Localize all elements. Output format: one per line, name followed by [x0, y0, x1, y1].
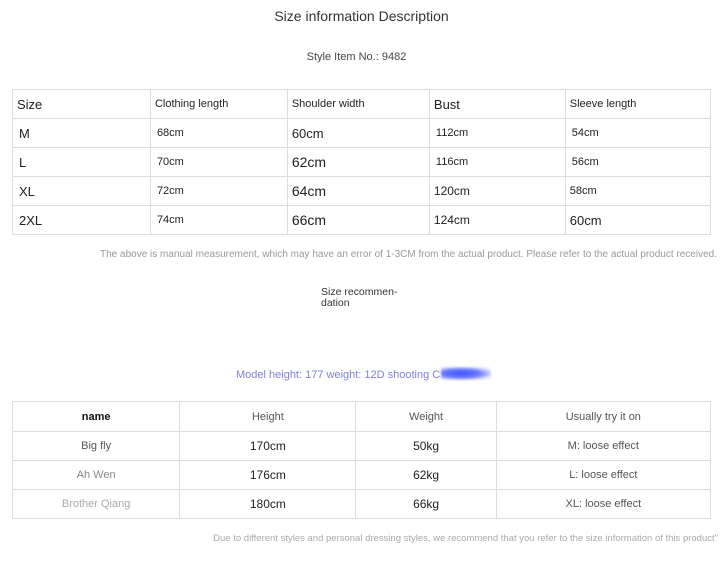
- model-weight-cell: 50kg: [355, 431, 497, 461]
- shoulder-width-cell: 60cm: [286, 118, 430, 148]
- size-cell: XL: [12, 176, 151, 206]
- model-table-header: name Height Weight Usually try it on: [11, 401, 712, 432]
- table-row: Brother Qiang 180cm 66kg XL: loose effec…: [11, 489, 712, 519]
- model-weight-cell: 62kg: [355, 460, 497, 490]
- model-name-cell: Big fly: [11, 431, 181, 461]
- model-height-cell: 180cm: [179, 489, 357, 519]
- size-cell: M: [12, 118, 151, 148]
- model-table: name Height Weight Usually try it on Big…: [11, 401, 712, 519]
- model-info-text: Model height: 177 weight: 12D shooting C: [236, 369, 441, 381]
- model-name-cell: Ah Wen: [11, 460, 181, 490]
- sleeve-length-cell: 58cm: [564, 176, 712, 206]
- clothing-length-cell: 68cm: [149, 118, 288, 148]
- header-size: Size: [12, 89, 151, 119]
- page-title: Size information Description: [274, 8, 449, 24]
- shoulder-width-cell: 64cm: [286, 176, 430, 206]
- table-row: Ah Wen 176cm 62kg L: loose effect: [11, 460, 712, 490]
- header-bust: Bust: [428, 89, 566, 119]
- table-row: 2XL 74cm 66cm 124cm 60cm: [12, 205, 712, 235]
- table-row: M 68cm 60cm 112cm 54cm: [12, 118, 712, 148]
- size-cell: L: [12, 147, 151, 177]
- table-row: L 70cm 62cm 116cm 56cm: [12, 147, 712, 177]
- model-info: Model height: 177 weight: 12D shooting C: [236, 367, 492, 381]
- header-weight: Weight: [355, 401, 497, 432]
- header-shoulder-width: Shoulder width: [286, 89, 430, 119]
- footer-note: Due to different styles and personal dre…: [213, 533, 718, 544]
- header-name: name: [11, 401, 181, 432]
- model-height-cell: 170cm: [179, 431, 357, 461]
- clothing-length-cell: 70cm: [149, 147, 288, 177]
- size-table-header: Size Clothing length Shoulder width Bust…: [12, 89, 712, 119]
- shoulder-width-cell: 62cm: [286, 147, 430, 177]
- size-cell: 2XL: [12, 205, 151, 235]
- size-recommendation-label: Size recommen- dation: [321, 287, 397, 309]
- bust-cell: 120cm: [428, 176, 566, 206]
- redacted-blur-icon: [441, 367, 492, 380]
- sleeve-length-cell: 56cm: [564, 147, 712, 177]
- header-sleeve-length: Sleeve length: [564, 89, 712, 119]
- table-row: XL 72cm 64cm 120cm 58cm: [12, 176, 712, 206]
- sleeve-length-cell: 54cm: [564, 118, 712, 148]
- shoulder-width-cell: 66cm: [286, 205, 430, 235]
- recommendation-line-2: dation: [321, 297, 350, 309]
- header-try-on: Usually try it on: [495, 401, 712, 432]
- model-name-cell: Brother Qiang: [11, 489, 181, 519]
- model-height-cell: 176cm: [179, 460, 357, 490]
- sleeve-length-cell: 60cm: [564, 205, 712, 235]
- clothing-length-cell: 74cm: [149, 205, 288, 235]
- bust-cell: 124cm: [428, 205, 566, 235]
- table-row: Big fly 170cm 50kg M: loose effect: [11, 431, 712, 461]
- size-table: Size Clothing length Shoulder width Bust…: [12, 89, 712, 235]
- model-fit-cell: L: loose effect: [495, 460, 712, 490]
- model-fit-cell: XL: loose effect: [495, 489, 712, 519]
- model-weight-cell: 66kg: [355, 489, 497, 519]
- measurement-note: The above is manual measurement, which m…: [100, 249, 717, 260]
- header-clothing-length: Clothing length: [149, 89, 288, 119]
- header-height: Height: [179, 401, 357, 432]
- bust-cell: 116cm: [428, 147, 566, 177]
- style-item-number: Style Item No.: 9482: [306, 51, 407, 63]
- model-fit-cell: M: loose effect: [495, 431, 712, 461]
- clothing-length-cell: 72cm: [149, 176, 288, 206]
- bust-cell: 112cm: [428, 118, 566, 148]
